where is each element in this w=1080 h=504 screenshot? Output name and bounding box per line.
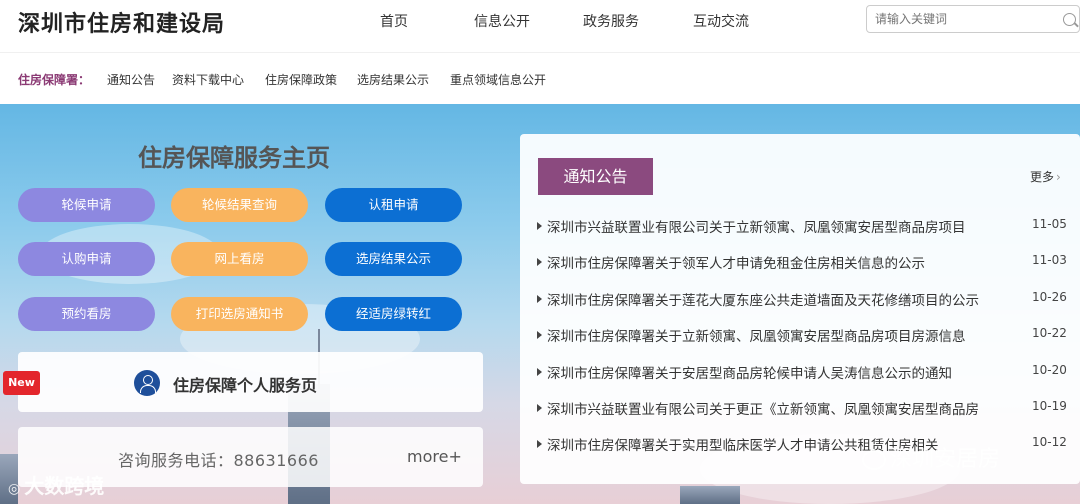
- print-notice-button[interactable]: 打印选房通知书: [171, 297, 308, 331]
- notice-panel: 通知公告 更多 › 深圳市兴益联置业有限公司关于立新领寓、凤凰领寓安居型商品房项目…: [520, 134, 1080, 484]
- watermark-left: ◎ 大数跨境: [8, 470, 104, 499]
- caret-right-icon: [537, 295, 542, 303]
- nav-info-disclosure[interactable]: 信息公开: [474, 11, 530, 31]
- notice-date: 10-12: [1032, 435, 1067, 449]
- notice-item[interactable]: 深圳市住房保障署关于立新领寓、凤凰领寓安居型商品房项目房源信息 10-22: [537, 325, 1072, 345]
- sub-navigation: 住房保障署： 通知公告 资料下载中心 住房保障政策 选房结果公示 重点领域信息公…: [0, 52, 1080, 104]
- nav-home[interactable]: 首页: [380, 11, 408, 31]
- subnav-link-selection-results[interactable]: 选房结果公示: [357, 71, 429, 88]
- more-link[interactable]: more+: [407, 447, 462, 466]
- notice-date: 11-05: [1032, 217, 1067, 231]
- hotline-text: 咨询服务电话：88631666: [118, 451, 319, 470]
- notice-item[interactable]: 深圳市住房保障署关于莲花大厦东座公共走道墙面及天花修缮项目的公示 10-26: [537, 289, 1072, 309]
- new-badge: New: [3, 371, 40, 395]
- green-to-red-button[interactable]: 经适房绿转红: [325, 297, 462, 331]
- subnav-link-key-info[interactable]: 重点领域信息公开: [450, 71, 546, 88]
- notice-date: 10-20: [1032, 363, 1067, 377]
- watermark-logo-icon: ◎: [8, 481, 21, 497]
- nav-interaction[interactable]: 互动交流: [693, 11, 749, 31]
- notice-title: 深圳市住房保障署关于莲花大厦东座公共走道墙面及天花修缮项目的公示: [547, 293, 979, 309]
- watermark-left-text: 大数跨境: [24, 474, 105, 498]
- chevron-right-icon: ›: [1056, 170, 1061, 184]
- book-viewing-button[interactable]: 预约看房: [18, 297, 155, 331]
- personal-service-card[interactable]: 住房保障个人服务页: [18, 352, 483, 412]
- notice-more-label: 更多: [1030, 170, 1055, 184]
- notice-item[interactable]: 深圳市兴益联置业有限公司关于立新领寓、凤凰领寓安居型商品房项目 11-05: [537, 216, 1072, 236]
- notice-item[interactable]: 深圳市住房保障署关于领军人才申请免租金住房相关信息的公示 11-03: [537, 252, 1072, 272]
- notice-title: 深圳市住房保障署关于立新领寓、凤凰领寓安居型商品房项目房源信息: [547, 329, 966, 345]
- selection-results-button[interactable]: 选房结果公示: [325, 242, 462, 276]
- notice-date: 10-26: [1032, 290, 1067, 304]
- online-viewing-button[interactable]: 网上看房: [171, 242, 308, 276]
- notice-date: 10-19: [1032, 399, 1067, 413]
- caret-right-icon: [537, 404, 542, 412]
- site-header: 深圳市住房和建设局 首页 信息公开 政务服务 互动交流: [0, 0, 1080, 52]
- watermark-right-text: 深圳安居房: [890, 447, 1001, 472]
- personal-service-label: 住房保障个人服务页: [173, 376, 318, 395]
- subnav-link-housing-policy[interactable]: 住房保障政策: [265, 71, 337, 88]
- subnav-link-downloads[interactable]: 资料下载中心: [172, 71, 244, 88]
- caret-right-icon: [537, 440, 542, 448]
- subnav-label: 住房保障署：: [18, 73, 91, 87]
- notice-date: 10-22: [1032, 326, 1067, 340]
- notice-title: 深圳市兴益联置业有限公司关于立新领寓、凤凰领寓安居型商品房项目: [547, 220, 966, 236]
- waiting-application-button[interactable]: 轮候申请: [18, 188, 155, 222]
- building-decoration: [680, 486, 740, 504]
- person-icon: [134, 370, 160, 396]
- watermark-right: 深圳安居房: [862, 441, 1000, 473]
- search-icon[interactable]: [1063, 13, 1076, 26]
- caret-right-icon: [537, 222, 542, 230]
- nav-government-services[interactable]: 政务服务: [583, 11, 639, 31]
- notice-title: 深圳市住房保障署关于领军人才申请免租金住房相关信息的公示: [547, 256, 925, 272]
- site-title[interactable]: 深圳市住房和建设局: [18, 6, 225, 38]
- tab-notices[interactable]: 通知公告: [538, 158, 653, 195]
- caret-right-icon: [537, 258, 542, 266]
- rent-application-button[interactable]: 认租申请: [325, 188, 462, 222]
- hero-title: 住房保障服务主页: [138, 144, 330, 172]
- subnav-link-notices[interactable]: 通知公告: [107, 71, 155, 88]
- notice-item[interactable]: 深圳市住房保障署关于安居型商品房轮候申请人吴涛信息公示的通知 10-20: [537, 362, 1072, 382]
- notice-date: 11-03: [1032, 253, 1067, 267]
- purchase-application-button[interactable]: 认购申请: [18, 242, 155, 276]
- notice-title: 深圳市住房保障署关于安居型商品房轮候申请人吴涛信息公示的通知: [547, 366, 952, 382]
- wechat-icon: [862, 450, 886, 470]
- notice-item[interactable]: 深圳市兴益联置业有限公司关于更正《立新领寓、凤凰领寓安居型商品房 10-19: [537, 398, 1072, 418]
- caret-right-icon: [537, 368, 542, 376]
- search-input[interactable]: [875, 10, 1050, 28]
- search-box: [866, 5, 1080, 33]
- notice-more-link[interactable]: 更多 ›: [1030, 168, 1061, 185]
- caret-right-icon: [537, 331, 542, 339]
- notice-title: 深圳市兴益联置业有限公司关于更正《立新领寓、凤凰领寓安居型商品房: [547, 402, 979, 418]
- waiting-result-query-button[interactable]: 轮候结果查询: [171, 188, 308, 222]
